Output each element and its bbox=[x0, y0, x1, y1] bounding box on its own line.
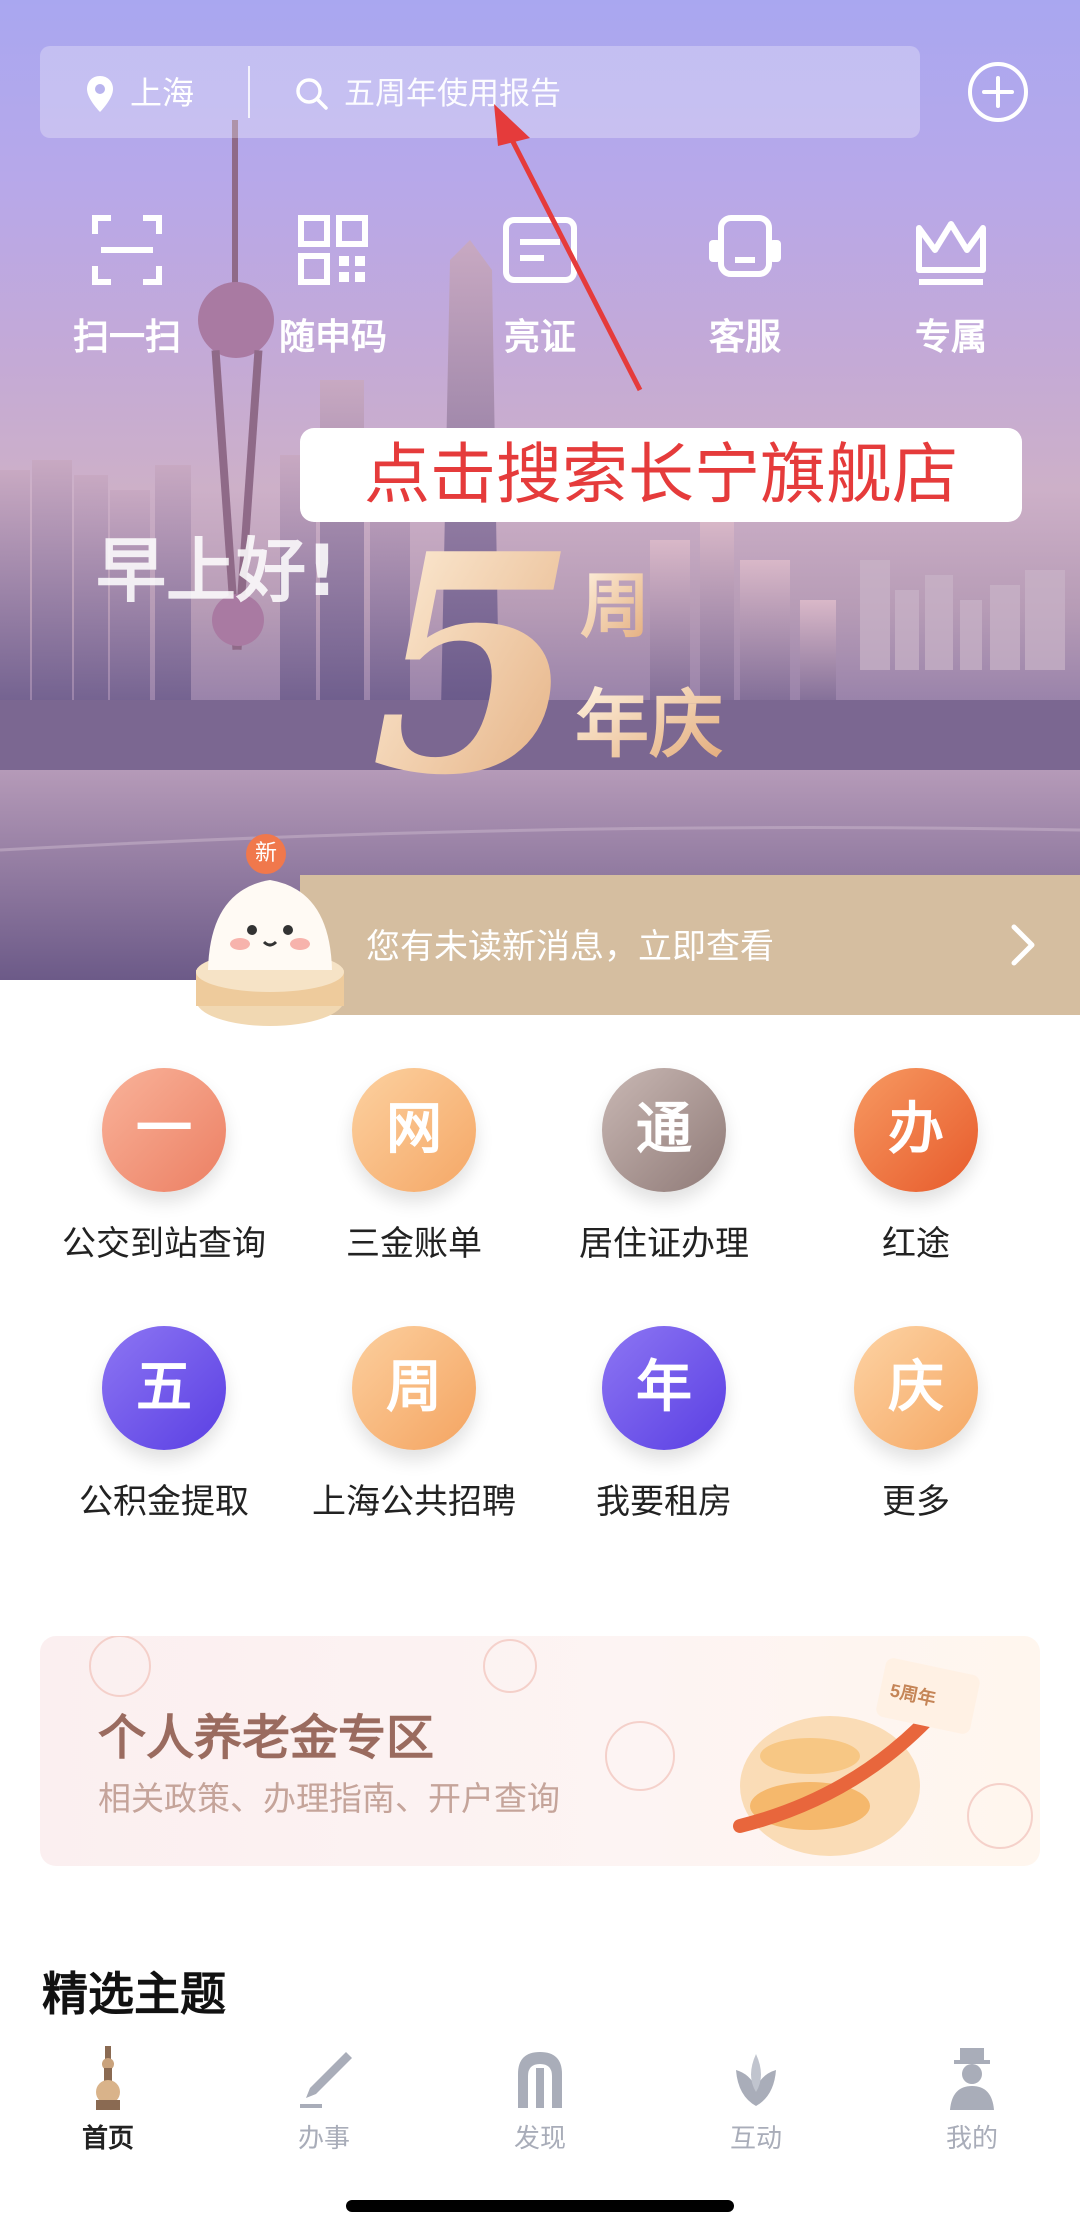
service-glyph-icon: 网 bbox=[352, 1068, 476, 1192]
service-label: 三金账单 bbox=[346, 1224, 482, 1264]
service-label: 公交到站查询 bbox=[62, 1224, 266, 1264]
service-label: 我要租房 bbox=[596, 1482, 732, 1522]
unread-message-bar[interactable]: 您有未读新消息，立即查看 bbox=[300, 875, 1080, 1015]
pension-zone-banner[interactable]: 5周年 个人养老金专区 相关政策、办理指南、开户查询 bbox=[40, 1636, 1040, 1866]
tab-label: 办事 bbox=[297, 2124, 350, 2154]
pagoda-icon bbox=[96, 2046, 120, 2110]
service-label: 居住证办理 bbox=[579, 1224, 749, 1264]
tab-label: 我的 bbox=[945, 2124, 998, 2154]
service-more[interactable]: 庆 更多 bbox=[796, 1326, 1036, 1523]
greeting-text: 早上好! bbox=[96, 530, 338, 612]
tab-label: 发现 bbox=[513, 2124, 566, 2154]
service-label: 红途 bbox=[882, 1224, 950, 1264]
service-glyph-icon: 庆 bbox=[854, 1326, 978, 1450]
anniversary-number: 5 bbox=[370, 520, 579, 820]
tab-discover[interactable]: 发现 bbox=[432, 2046, 648, 2155]
service-glyph-icon: 周 bbox=[352, 1326, 476, 1450]
banner-subtitle: 相关政策、办理指南、开户查询 bbox=[98, 1779, 560, 1818]
banner-title: 个人养老金专区 bbox=[98, 1710, 435, 1766]
service-glyph-icon: 一 bbox=[102, 1068, 226, 1192]
person-icon bbox=[950, 2048, 994, 2110]
home-indicator[interactable] bbox=[346, 2200, 734, 2212]
service-three-funds-bill[interactable]: 网 三金账单 bbox=[294, 1068, 534, 1265]
service-glyph-icon: 年 bbox=[602, 1326, 726, 1450]
new-badge: 新 bbox=[246, 834, 286, 874]
magnolia-icon bbox=[736, 2054, 776, 2106]
tab-label: 首页 bbox=[81, 2124, 134, 2154]
annotation-label: 点击搜索长宁旗舰店 bbox=[300, 428, 1022, 522]
service-label: 公积金提取 bbox=[79, 1482, 249, 1522]
service-glyph-icon: 五 bbox=[102, 1326, 226, 1450]
anniversary-logo: 5 周 年庆 bbox=[370, 520, 723, 820]
anniversary-line1: 周 bbox=[580, 564, 650, 647]
service-glyph-icon: 办 bbox=[854, 1068, 978, 1192]
service-rent-house[interactable]: 年 我要租房 bbox=[544, 1326, 784, 1523]
tab-interact[interactable]: 互动 bbox=[648, 2046, 864, 2155]
service-housing-fund-withdrawal[interactable]: 五 公积金提取 bbox=[44, 1326, 284, 1523]
section-title: 精选主题 bbox=[42, 1967, 226, 2021]
service-bus-query[interactable]: 一 公交到站查询 bbox=[44, 1068, 284, 1265]
chevron-right-icon bbox=[1011, 924, 1035, 966]
service-label: 更多 bbox=[882, 1482, 950, 1522]
service-label: 上海公共招聘 bbox=[312, 1482, 516, 1522]
message-text: 您有未读新消息，立即查看 bbox=[366, 927, 774, 967]
anniversary-line2: 年庆 bbox=[575, 682, 723, 768]
service-public-recruitment[interactable]: 周 上海公共招聘 bbox=[294, 1326, 534, 1523]
service-red-route[interactable]: 办 红途 bbox=[796, 1068, 1036, 1265]
arch-icon bbox=[518, 2052, 562, 2108]
tab-services[interactable]: 办事 bbox=[216, 2046, 432, 2155]
tab-home[interactable]: 首页 bbox=[0, 2046, 216, 2155]
pen-icon bbox=[300, 2052, 352, 2108]
service-glyph-icon: 通 bbox=[602, 1068, 726, 1192]
service-residence-permit[interactable]: 通 居住证办理 bbox=[544, 1068, 784, 1265]
tab-mine[interactable]: 我的 bbox=[864, 2046, 1080, 2155]
tab-label: 互动 bbox=[729, 2124, 782, 2154]
annotation-arrow bbox=[494, 104, 643, 392]
